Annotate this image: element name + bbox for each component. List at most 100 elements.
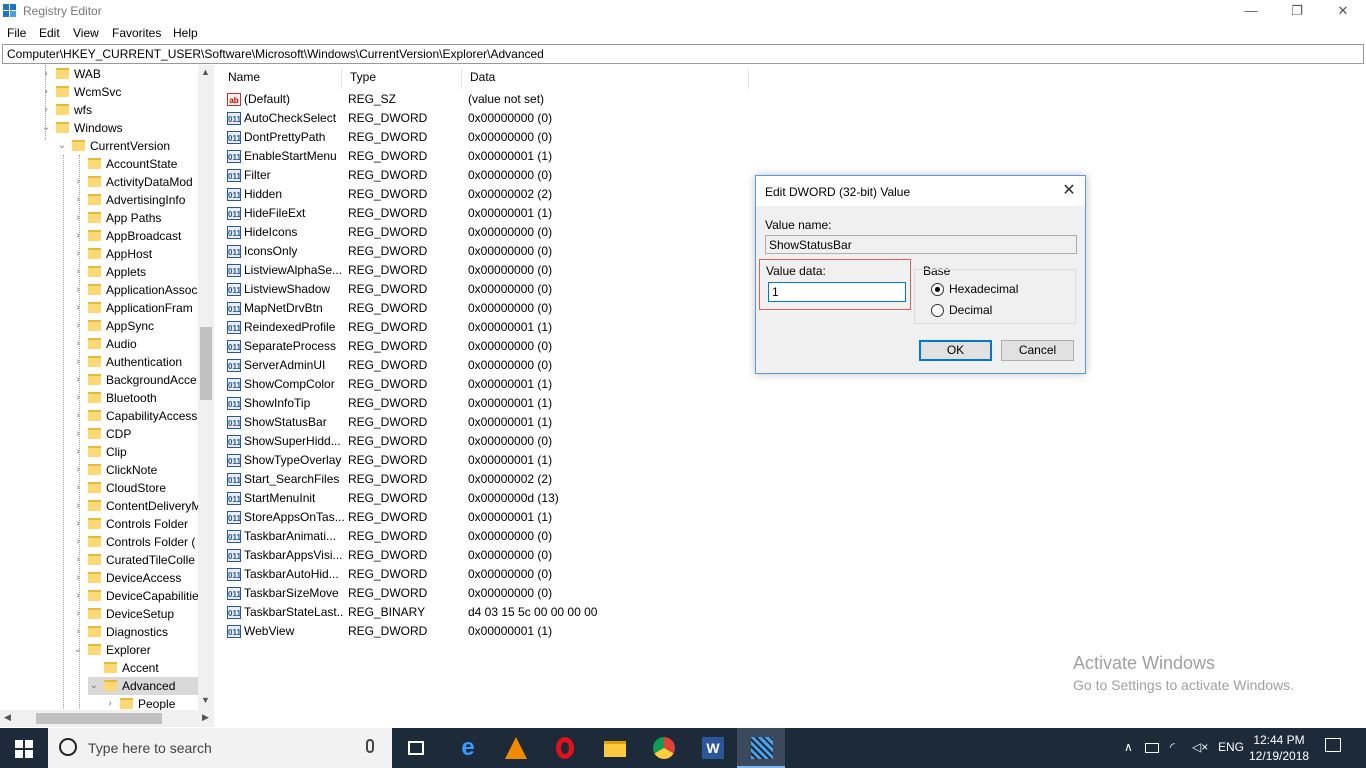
tree-expander-icon[interactable]: › [40,101,52,119]
tree-expander-icon[interactable]: › [72,245,84,263]
value-row[interactable]: 011 WebView REG_DWORD 0x00000001 (1) [220,622,820,641]
value-row[interactable]: 011 AutoCheckSelect REG_DWORD 0x00000000 (0… [220,109,820,128]
tree-item[interactable]: ⌄ Windows [40,119,198,137]
scroll-up-icon[interactable]: ▲ [201,67,210,77]
taskbar-search[interactable]: Type here to search [48,728,392,768]
tree-expander-icon[interactable]: › [72,479,84,497]
tree-item[interactable]: › DeviceCapabilitie [72,587,198,605]
value-row[interactable]: ab (Default) REG_SZ (value not set) [220,90,820,109]
tree-item[interactable]: › ApplicationAssoc [72,281,198,299]
tree-item[interactable]: › ClickNote [72,461,198,479]
tree-expander-icon[interactable]: › [72,587,84,605]
show-hidden-icons[interactable]: ∧ [1124,740,1133,754]
tree-item[interactable]: AccountState [72,155,198,173]
tree-item[interactable]: ⌄ Advanced [88,677,198,695]
tree-item[interactable]: › AdvertisingInfo [72,191,198,209]
tree-item[interactable]: › CapabilityAccess [72,407,198,425]
tree-expander-icon[interactable]: › [72,191,84,209]
tree-item[interactable]: › AppSync [72,317,198,335]
task-view-button[interactable] [392,728,440,768]
value-row[interactable]: 011 TaskbarAppsVisi... REG_DWORD 0x00000000… [220,546,820,565]
battery-icon[interactable] [1145,743,1159,753]
tree-item[interactable]: › Controls Folder ( [72,533,198,551]
tree-expander-icon[interactable]: › [72,389,84,407]
value-row[interactable]: 011 ShowTypeOverlay REG_DWORD 0x00000001 (1… [220,451,820,470]
tree-expander-icon[interactable]: › [72,551,84,569]
value-row[interactable]: 011 Filter REG_DWORD 0x00000000 (0) [220,166,820,185]
value-row[interactable]: 011 TaskbarAnimati... REG_DWORD 0x00000000 … [220,527,820,546]
tree-item[interactable]: › Audio [72,335,198,353]
tree-item[interactable]: › Authentication [72,353,198,371]
value-row[interactable]: 011 IconsOnly REG_DWORD 0x00000000 (0) [220,242,820,261]
tree-item[interactable]: › DeviceSetup [72,605,198,623]
tree-item[interactable]: Accent [88,659,198,677]
tree-item[interactable]: › ApplicationFram [72,299,198,317]
value-row[interactable]: 011 TaskbarAutoHid... REG_DWORD 0x00000000 … [220,565,820,584]
tree-item[interactable]: › Controls Folder [72,515,198,533]
tree-expander-icon[interactable]: › [40,65,52,83]
clock[interactable]: 12:44 PM 12/19/2018 [1249,732,1309,764]
value-row[interactable]: 011 ListviewAlphaSe... REG_DWORD 0x00000000… [220,261,820,280]
start-button[interactable] [0,728,48,768]
value-row[interactable]: 011 Hidden REG_DWORD 0x00000002 (2) [220,185,820,204]
column-type[interactable]: Type [342,69,462,89]
value-row[interactable]: 011 DontPrettyPath REG_DWORD 0x00000000 (0) [220,128,820,147]
tree-expander-icon[interactable]: › [72,425,84,443]
edge-button[interactable]: e [443,728,491,768]
value-row[interactable]: 011 HideIcons REG_DWORD 0x00000000 (0) [220,223,820,242]
value-row[interactable]: 011 EnableStartMenu REG_DWORD 0x00000001 (1… [220,147,820,166]
tree-item[interactable]: › CloudStore [72,479,198,497]
tree-item[interactable]: › CDP [72,425,198,443]
value-row[interactable]: 011 HideFileExt REG_DWORD 0x00000001 (1) [220,204,820,223]
close-button[interactable]: ✕ [1320,0,1366,22]
tree-expander-icon[interactable]: › [72,443,84,461]
tree-expander-icon[interactable]: ⌄ [40,119,52,137]
value-row[interactable]: 011 ShowSuperHidd... REG_DWORD 0x00000000 (… [220,432,820,451]
regedit-taskbar-button[interactable] [737,728,785,768]
tree-hscroll-thumb[interactable] [36,713,162,724]
minimize-button[interactable]: — [1228,0,1274,22]
tree-expander-icon[interactable]: › [72,569,84,587]
scroll-left-icon[interactable]: ◀ [4,712,11,723]
tree-expander-icon[interactable]: › [72,335,84,353]
column-name[interactable]: Name [220,69,342,89]
tree-item[interactable]: › AppBroadcast [72,227,198,245]
value-row[interactable]: 011 TaskbarStateLast... REG_BINARY d4 03 15… [220,603,820,622]
tree-item[interactable]: › Bluetooth [72,389,198,407]
cancel-button[interactable]: Cancel [1001,340,1074,361]
file-explorer-button[interactable] [590,728,638,768]
column-data[interactable]: Data [462,69,749,89]
registry-tree[interactable]: › WAB › WcmSvc › wfs ⌄ Windows ⌄ CurrentVersion Ac… [0,65,214,727]
tree-expander-icon[interactable]: ⌄ [56,137,68,155]
tree-expander-icon[interactable]: › [72,371,84,389]
language-indicator[interactable]: ENG [1218,740,1244,754]
word-button[interactable]: W [688,728,736,768]
tree-expander-icon[interactable]: › [72,407,84,425]
tree-item[interactable]: › DeviceAccess [72,569,198,587]
tree-expander-icon[interactable]: › [40,83,52,101]
tree-item[interactable]: › wfs [40,101,198,119]
value-row[interactable]: 011 ReindexedProfile REG_DWORD 0x00000001 (… [220,318,820,337]
maximize-button[interactable]: ❐ [1274,0,1320,22]
menu-file[interactable]: File [7,26,26,40]
tree-item[interactable]: › ContentDeliveryM [72,497,201,515]
values-list[interactable]: Name Type Data ab (Default) REG_SZ (value n… [220,65,1366,727]
tree-item[interactable]: › Applets [72,263,198,281]
tree-scroll-thumb[interactable] [200,327,212,400]
tree-expander-icon[interactable]: › [72,281,84,299]
tree-expander-icon[interactable]: › [72,623,84,641]
tree-vertical-scrollbar[interactable]: ▲ ▼ [198,65,214,710]
tree-expander-icon[interactable]: › [72,497,84,515]
menu-view[interactable]: View [73,26,99,40]
address-bar[interactable]: Computer\HKEY_CURRENT_USER\Software\Micr… [2,44,1364,64]
value-data-input[interactable] [768,282,906,302]
decimal-radio[interactable]: Decimal [931,303,1051,319]
tree-expander-icon[interactable]: › [72,461,84,479]
tree-expander-icon[interactable]: › [72,605,84,623]
tree-item[interactable]: › App Paths [72,209,198,227]
menu-favorites[interactable]: Favorites [112,26,161,40]
dialog-close-icon[interactable]: ✕ [1059,181,1079,201]
scroll-right-icon[interactable]: ▶ [202,712,209,723]
menu-help[interactable]: Help [173,26,198,40]
value-row[interactable]: 011 StartMenuInit REG_DWORD 0x0000000d (13) [220,489,820,508]
